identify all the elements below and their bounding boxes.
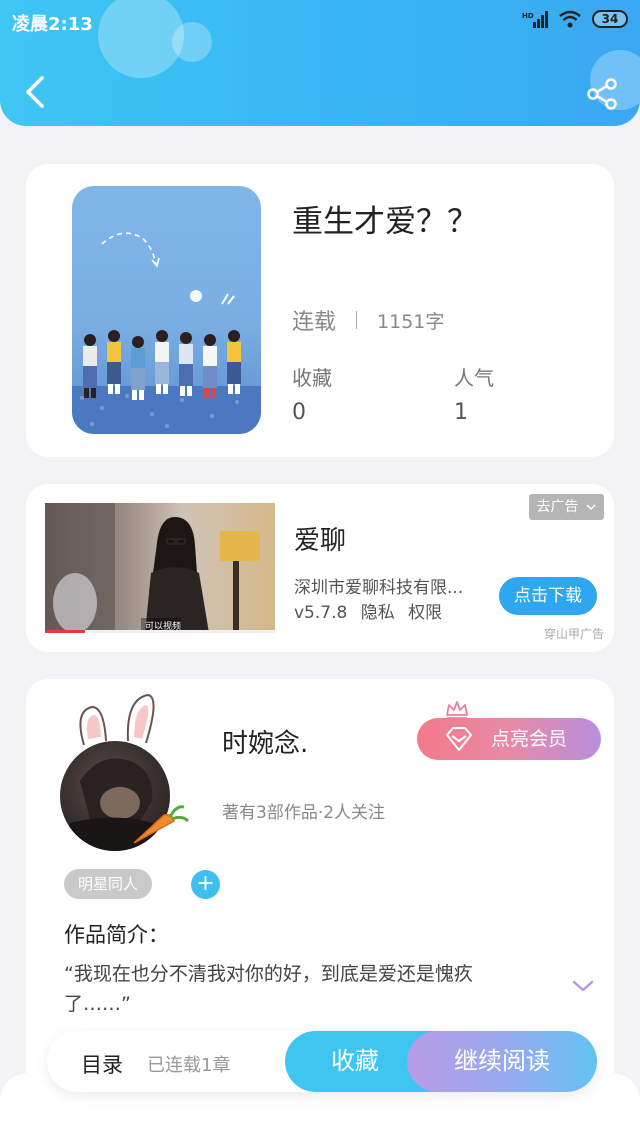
back-button[interactable] [18, 72, 54, 112]
chevron-left-icon [26, 76, 44, 108]
ad-app-name: 爱聊 [294, 526, 347, 556]
book-title: 重生才爱？？ [292, 204, 478, 240]
share-button[interactable] [584, 76, 620, 112]
ad-company: 深圳市爱聊科技有限... [294, 578, 464, 598]
signal-icon: HD [522, 11, 548, 28]
vip-button-label: 点亮会员 [491, 728, 568, 750]
status-time: 凌晨2:13 [12, 14, 93, 35]
svg-text:HD: HD [522, 12, 534, 20]
add-tag-button[interactable]: + [191, 870, 220, 899]
author-info: 著有3部作品·2人关注 [222, 803, 386, 823]
author-avatar-frame[interactable] [56, 689, 196, 851]
expand-intro-button[interactable] [571, 976, 595, 996]
genre-tag[interactable]: 明星同人 [64, 869, 153, 899]
book-cover[interactable] [72, 186, 261, 434]
ad-video-thumbnail[interactable]: 可以视频 [45, 503, 275, 633]
bottom-action-bar: 目录 已连载1章 收藏 继续阅读 [47, 1031, 597, 1092]
ad-privacy-link[interactable]: 隐私 [361, 603, 395, 623]
ad-video-caption: 可以视频 [145, 622, 182, 632]
decorative-bubble [98, 0, 184, 78]
diamond-icon [446, 727, 472, 751]
popularity-label: 人气 [454, 366, 494, 390]
wifi-icon [559, 10, 581, 28]
toc-button[interactable]: 目录 [81, 1049, 123, 1079]
share-icon [587, 78, 617, 110]
ad-version: v5.7.8 [294, 603, 348, 623]
book-info-card: 重生才爱？？ 连载 1151字 收藏 0 人气 1 [26, 164, 614, 457]
ad-meta: v5.7.8 隐私 权限 [294, 598, 450, 623]
vip-membership-button[interactable]: 点亮会员 [417, 718, 601, 760]
crown-icon [446, 701, 468, 719]
remove-ad-button[interactable]: 去广告 [528, 494, 604, 520]
ad-card[interactable]: 可以视频 爱聊 深圳市爱聊科技有限... v5.7.8 隐私 权限 去广告 点击… [26, 484, 614, 652]
book-status-row: 连载 1151字 [292, 304, 444, 336]
popularity-value: 1 [454, 400, 468, 425]
ad-source-label: 穿山甲广告 [543, 627, 604, 641]
author-name[interactable]: 时婉念. [222, 723, 308, 760]
ad-download-button[interactable]: 点击下载 [499, 577, 597, 615]
intro-title: 作品简介： [64, 923, 169, 947]
continue-reading-button[interactable]: 继续阅读 [407, 1031, 597, 1092]
divider [356, 311, 358, 329]
status-icons: HD 34 [522, 10, 628, 28]
carrot-icon [133, 805, 190, 844]
battery-indicator: 34 [592, 10, 628, 28]
favorites-value: 0 [292, 400, 306, 425]
favorites-label: 收藏 [292, 366, 332, 390]
decorative-bubble [172, 22, 212, 62]
chapter-count: 已连载1章 [147, 1055, 231, 1076]
remove-ad-label: 去广告 [536, 499, 579, 515]
header-bar: 凌晨2:13 HD 34 [0, 0, 640, 126]
chevron-down-icon [572, 980, 594, 992]
intro-text: “我现在也分不清我对你的好，到底是爱还是愧疚了……” [64, 963, 473, 1015]
cover-illustration [72, 232, 261, 434]
ad-video-image [45, 503, 275, 633]
chevron-down-icon [586, 504, 596, 511]
serial-status: 连载 [292, 310, 337, 335]
bunny-ears-icon [79, 693, 155, 746]
word-count: 1151字 [377, 310, 445, 333]
ad-permissions-link[interactable]: 权限 [408, 603, 442, 623]
